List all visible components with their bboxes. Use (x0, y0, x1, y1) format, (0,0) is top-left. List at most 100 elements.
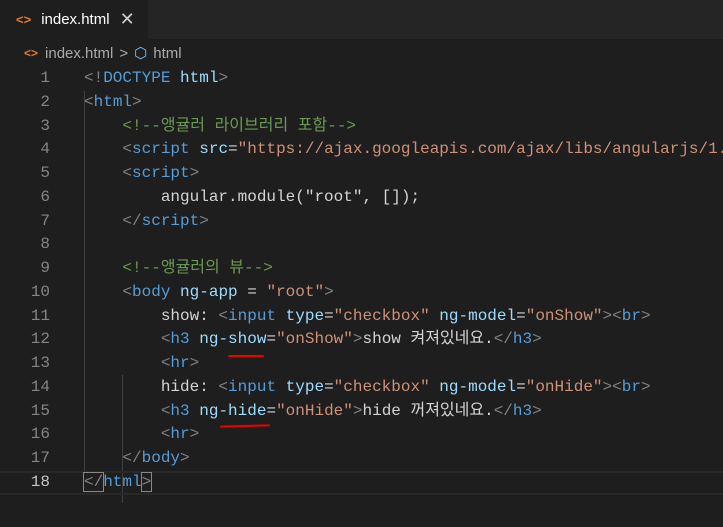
code-token: < (122, 140, 133, 159)
code-token: body (141, 449, 181, 467)
code-token: = (266, 401, 277, 420)
code-line[interactable]: 8 (0, 233, 723, 257)
code-text: <!DOCTYPE html> (84, 67, 228, 91)
code-token: > (189, 425, 200, 444)
code-token: DOCTYPE (103, 69, 171, 87)
code-line[interactable]: 1 <!DOCTYPE html> (0, 67, 723, 91)
code-token: script (141, 211, 200, 230)
code-token: "onShow" (276, 330, 353, 349)
code-token: = (516, 377, 526, 396)
code-line[interactable]: 7 </script> (0, 210, 723, 234)
code-token: html (180, 69, 219, 87)
code-token: "root" (266, 282, 325, 301)
line-number: 17 (30, 449, 50, 467)
code-token: input (228, 377, 277, 396)
line-number: 18 (30, 472, 50, 491)
code-token: ng-model (439, 306, 517, 325)
code-line[interactable]: 18 </html> (0, 470, 723, 495)
code-token: "onHide" (276, 401, 353, 420)
code-text: <h3 ng-show="onShow">show 켜져있네요.</h3> (84, 328, 542, 352)
code-line[interactable]: 4 <script src="https://ajax.googleapis.c… (0, 138, 723, 162)
code-line[interactable]: 10 <body ng-app = "root"> (0, 281, 723, 305)
code-line[interactable]: 16 <hr> (0, 423, 723, 447)
code-token: "checkbox" (333, 377, 430, 396)
code-token: html (103, 472, 142, 491)
code-token: > (218, 69, 229, 87)
code-token: </ (82, 471, 105, 492)
line-number: 10 (30, 282, 50, 301)
line-number: 13 (30, 354, 50, 372)
code-text: </html> (82, 471, 153, 493)
code-token: < (160, 354, 171, 372)
code-line[interactable]: 13 <hr> (0, 352, 723, 376)
tab-bar: <> index.html ✕ (0, 0, 723, 39)
tab-index-html[interactable]: <> index.html ✕ (0, 0, 148, 39)
code-token: = (266, 330, 277, 349)
code-token: show: (84, 306, 219, 325)
breadcrumb-file[interactable]: index.html (45, 45, 113, 62)
close-icon[interactable]: ✕ (120, 9, 135, 30)
code-token: > (532, 330, 542, 349)
line-number: 3 (40, 116, 50, 135)
code-line[interactable]: 12 <h3 ng-show="onShow">show 켜져있네요.</h3> (0, 328, 723, 352)
code-editor[interactable]: 1 <!DOCTYPE html> 2 <html> 3 <!--앵귤러 라이브러리 포… (0, 67, 723, 503)
code-token: = (324, 377, 334, 396)
code-line[interactable]: 14 hide: <input type="checkbox" ng-model… (0, 376, 723, 400)
code-line[interactable]: 6 angular.module("root", []); (0, 186, 723, 210)
code-token: show 켜져있네요. (362, 330, 494, 349)
code-token: body (132, 282, 171, 301)
code-token: hide 꺼져있네요. (362, 401, 494, 420)
code-token: > (324, 282, 334, 301)
code-token: src (199, 140, 229, 159)
line-number: 7 (40, 211, 50, 230)
code-line[interactable]: 17 </body> (0, 447, 723, 471)
code-token: </ (122, 211, 142, 230)
line-number: 14 (30, 377, 50, 396)
chevron-right-icon: > (119, 44, 129, 62)
code-token: br (621, 306, 641, 325)
code-text: <h3 ng-hide="onHide">hide 꺼져있네요.</h3> (84, 400, 542, 424)
code-token: >< (602, 306, 622, 325)
code-token: = (237, 282, 267, 301)
html-file-icon: <> (24, 46, 39, 60)
code-line[interactable]: 3 <!--앵귤러 라이브러리 포함--> (0, 115, 723, 139)
line-number: 16 (30, 425, 50, 444)
code-token: ng-hide (199, 401, 267, 420)
code-line[interactable]: 9 <!--앵귤러의 뷰--> (0, 257, 723, 281)
code-line[interactable]: 2 <html> (0, 91, 723, 115)
code-token: </ (493, 330, 513, 349)
code-token: = (228, 140, 238, 159)
code-token: > (140, 471, 153, 492)
html-file-icon: <> (16, 12, 32, 27)
breadcrumb-symbol[interactable]: html (153, 45, 181, 62)
code-token: < (160, 330, 171, 349)
code-token: "onShow" (525, 306, 603, 325)
breadcrumb: <> index.html > ⬡ html (0, 39, 723, 67)
line-number: 6 (40, 187, 50, 206)
code-text: <script src="https://ajax.googleapis.com… (84, 138, 723, 162)
code-token: </ (493, 401, 513, 420)
code-token: "onHide" (525, 377, 603, 396)
code-line[interactable]: 11 show: <input type="checkbox" ng-model… (0, 305, 723, 329)
code-token: h3 (170, 401, 190, 420)
code-token: < (122, 282, 133, 301)
code-token: h3 (170, 330, 190, 349)
code-text: <!--앵귤러 라이브러리 포함--> (84, 115, 356, 139)
code-token: hide: (84, 377, 219, 396)
code-line[interactable]: 5 <script> (0, 162, 723, 186)
code-text: </body> (84, 447, 189, 471)
code-line[interactable]: 15 <h3 ng-hide="onHide">hide 꺼져있네요.</h3> (0, 400, 723, 424)
code-token: type (285, 377, 325, 396)
code-token: < (84, 92, 94, 111)
code-token: angular.module("root", []); (84, 187, 421, 206)
